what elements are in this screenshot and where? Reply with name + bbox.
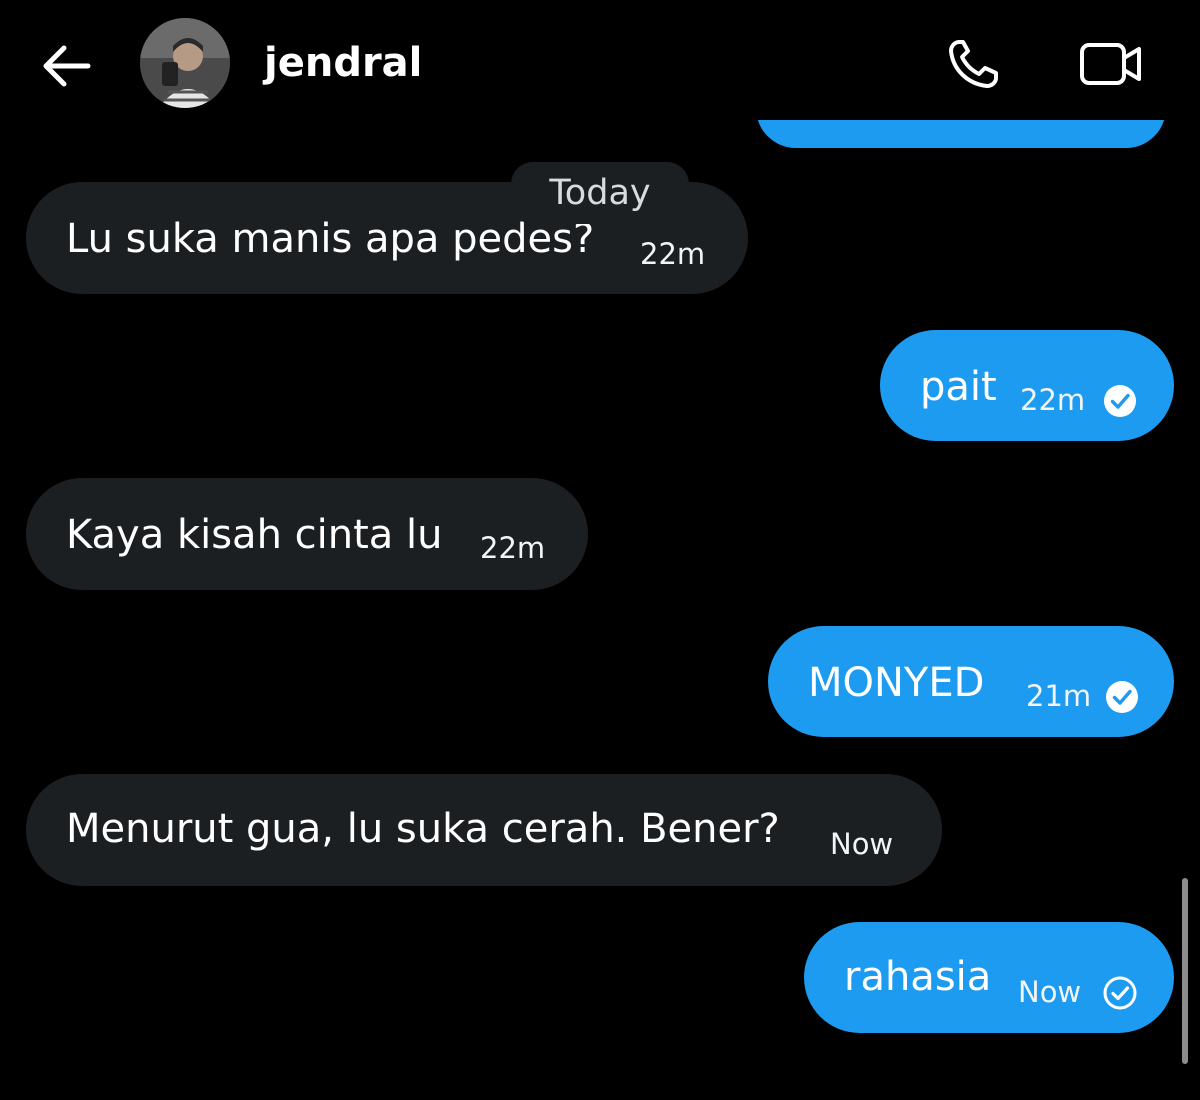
scrollbar-thumb[interactable] [1182,878,1188,1064]
contact-name[interactable]: jendral [264,38,422,88]
phone-icon [949,40,998,88]
message-bubble-outgoing[interactable]: pait 22m [880,330,1174,441]
sent-check-icon [1103,976,1137,1010]
voice-call-button[interactable] [944,36,1006,92]
avatar-photo-icon [140,18,230,108]
message-timestamp: 22m [480,531,546,565]
avatar[interactable] [140,18,230,108]
message-text: rahasia [844,954,992,1000]
back-button[interactable] [38,38,94,94]
date-separator: Today [511,162,689,224]
message-text: pait [920,364,997,410]
read-check-icon [1106,681,1138,713]
message-text: Lu suka manis apa pedes? [66,216,595,262]
message-timestamp: 22m [1020,383,1086,417]
message-text: Menurut gua, lu suka cerah. Bener? [66,806,780,852]
video-call-button[interactable] [1076,36,1146,92]
message-bubble-incoming[interactable]: Kaya kisah cinta lu 22m [26,478,588,590]
read-check-icon [1104,385,1136,417]
message-bubble-incoming[interactable]: Menurut gua, lu suka cerah. Bener? Now [26,774,942,886]
message-timestamp: Now [830,827,894,861]
message-timestamp: 22m [640,237,706,271]
message-timestamp: 21m [1026,679,1092,713]
message-timestamp: Now [1018,975,1082,1009]
chat-header: jendral [0,0,1200,120]
video-camera-icon [1080,43,1141,85]
message-text: MONYED [808,660,985,706]
message-text: Kaya kisah cinta lu [66,512,443,558]
message-bubble-outgoing[interactable]: rahasia Now [804,922,1174,1033]
message-bubble-outgoing[interactable]: MONYED 21m [768,626,1174,737]
arrow-left-icon [43,45,91,87]
